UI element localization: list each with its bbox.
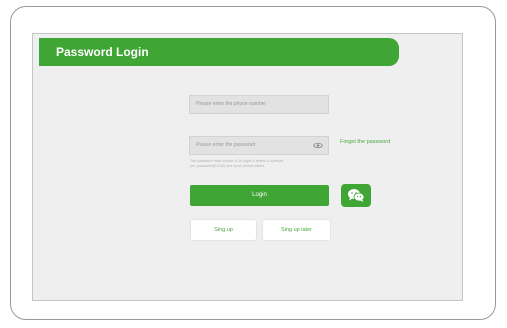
phone-placeholder: Please enter the phone number [196, 101, 267, 107]
password-input[interactable]: Please enter the password [189, 136, 329, 155]
sign-up-button[interactable]: Sing up [190, 219, 257, 241]
wechat-icon [348, 189, 365, 202]
wechat-login-button[interactable] [341, 184, 371, 207]
password-placeholder: Please enter the password [196, 142, 256, 148]
phone-input[interactable]: Please enter the phone number [189, 95, 329, 114]
sign-up-later-button[interactable]: Sing up later [262, 219, 331, 241]
login-button[interactable]: Login [190, 185, 329, 206]
eye-icon[interactable] [313, 142, 323, 149]
forgot-password-link[interactable]: Forget the password [340, 139, 390, 145]
page-title: Password Login [39, 38, 399, 66]
password-hint-line-2: (ex: password@1234) and must contain let… [190, 164, 265, 168]
password-hint: The password must contain 8-16 digits & … [190, 159, 340, 169]
